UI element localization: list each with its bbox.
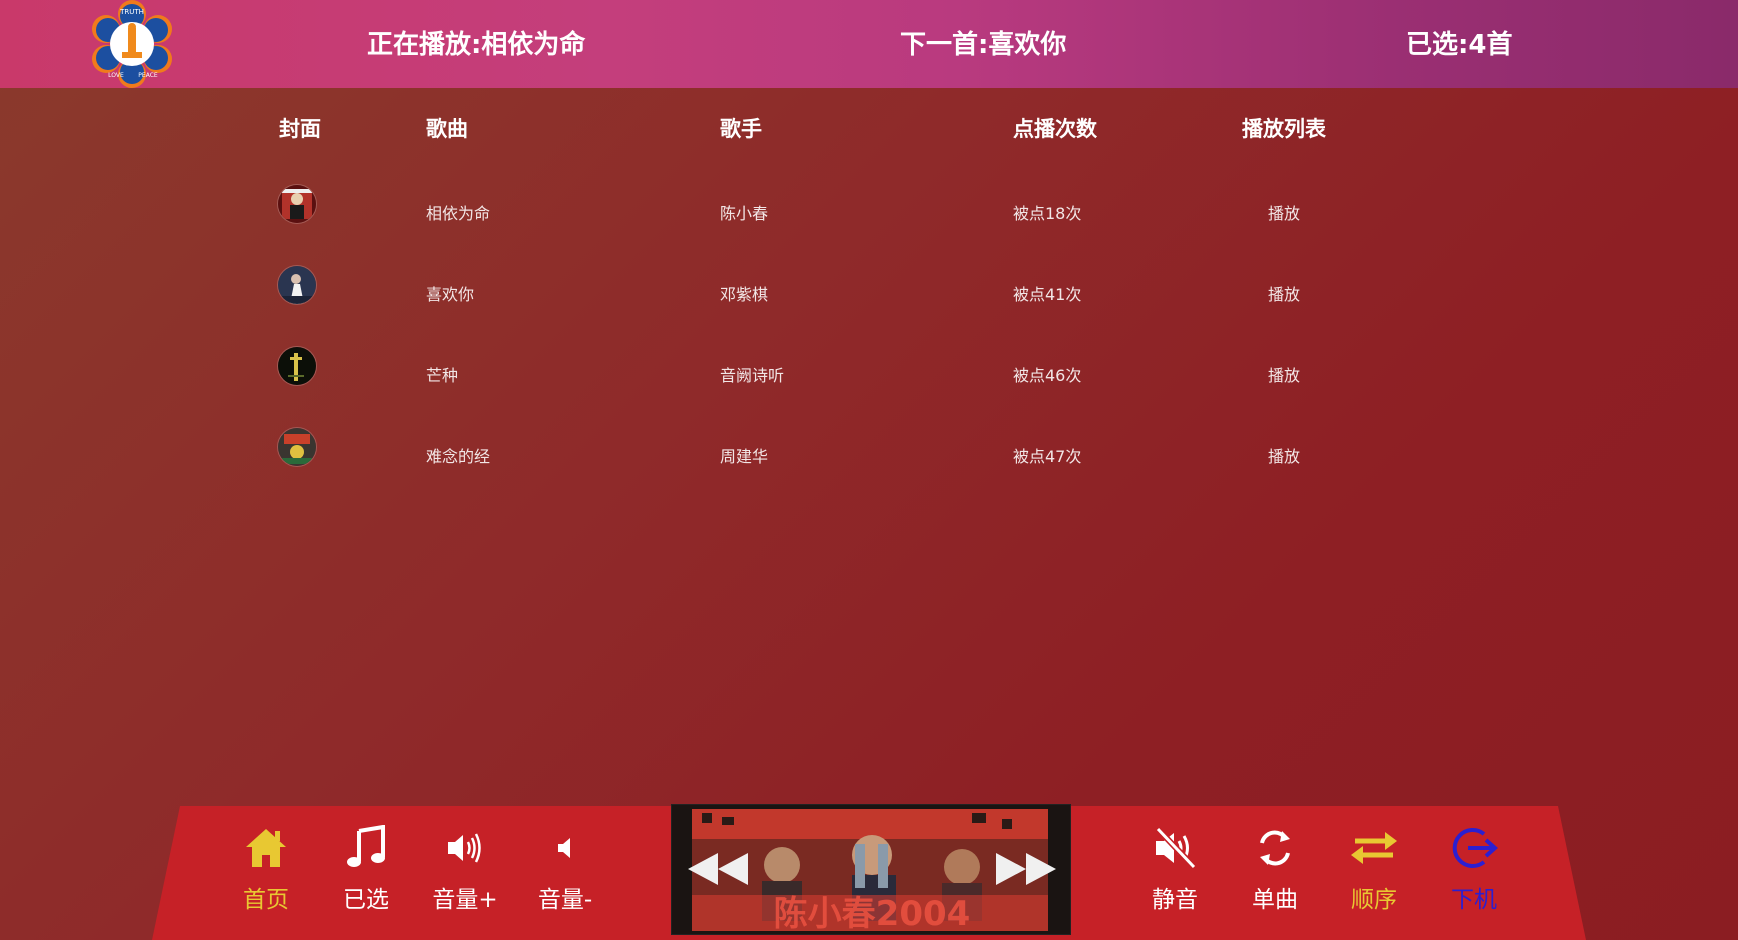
now-playing-label: 正在播放:相依为命 <box>367 30 586 60</box>
repeat-icon <box>1235 820 1315 876</box>
top-header: TRUTH LOVE PEACE 正在播放:相依为命 下一首:喜欢你 已选:4首 <box>0 0 1738 88</box>
play-button[interactable]: 播放 <box>1268 443 1300 467</box>
order-label: 顺序 <box>1351 887 1397 913</box>
column-header-singer: 歌手 <box>720 117 762 141</box>
album-cover <box>277 427 317 467</box>
mute-icon <box>1135 820 1215 876</box>
next-song-label: 下一首:喜欢你 <box>900 30 1067 60</box>
home-button[interactable]: 首页 <box>226 820 306 914</box>
shuffle-arrows-icon <box>1334 820 1414 876</box>
play-button[interactable]: 播放 <box>1268 200 1300 224</box>
play-count: 被点46次 <box>1013 366 1082 385</box>
song-name: 相依为命 <box>426 204 491 223</box>
table-row: 相依为命 陈小春 被点18次 播放 <box>0 184 1738 244</box>
singer-name: 邓紫棋 <box>720 285 769 304</box>
poster-title: 陈小春2004 <box>774 894 971 934</box>
pause-button[interactable] <box>852 841 892 895</box>
play-count: 被点47次 <box>1013 447 1082 466</box>
single-label: 单曲 <box>1252 887 1298 913</box>
single-loop-button[interactable]: 单曲 <box>1235 820 1315 914</box>
previous-button[interactable] <box>686 849 750 893</box>
song-name: 芒种 <box>426 366 459 385</box>
table-row: 芒种 音阙诗听 被点46次 播放 <box>0 346 1738 406</box>
volume-down-icon <box>525 820 605 876</box>
logout-icon <box>1434 820 1514 876</box>
home-icon <box>226 820 306 876</box>
singer-name: 音阙诗听 <box>720 366 785 385</box>
svg-text:PEACE: PEACE <box>138 72 158 79</box>
table-row: 喜欢你 邓紫棋 被点41次 播放 <box>0 265 1738 325</box>
column-header-playlist: 播放列表 <box>1242 117 1326 141</box>
pause-icon <box>855 844 888 888</box>
volume-up-label: 音量+ <box>432 887 498 913</box>
home-label: 首页 <box>243 887 289 913</box>
selected-count-label[interactable]: 已选:4首 <box>1406 24 1513 61</box>
play-button[interactable]: 播放 <box>1268 362 1300 386</box>
volume-up-icon <box>425 820 505 876</box>
order-play-button[interactable]: 顺序 <box>1334 820 1414 914</box>
fast-forward-icon <box>996 853 1056 885</box>
singer-name: 周建华 <box>720 447 769 466</box>
next-button[interactable] <box>994 849 1058 893</box>
music-note-icon <box>326 820 406 876</box>
video-player[interactable]: 陈小春2004 <box>671 804 1071 935</box>
album-cover <box>277 184 317 224</box>
logo: TRUTH LOVE PEACE <box>86 0 178 90</box>
volume-down-button[interactable]: 音量- <box>525 820 605 914</box>
mute-label: 静音 <box>1152 887 1198 913</box>
column-header-song: 歌曲 <box>426 117 468 141</box>
album-cover <box>277 265 317 305</box>
table-row: 难念的经 周建华 被点47次 播放 <box>0 427 1738 487</box>
play-count: 被点18次 <box>1013 204 1082 223</box>
volume-down-label: 音量- <box>537 887 593 913</box>
singer-name: 陈小春 <box>720 204 769 223</box>
selected-label: 已选 <box>343 887 389 913</box>
logout-label: 下机 <box>1451 887 1497 913</box>
album-cover <box>277 346 317 386</box>
song-name: 喜欢你 <box>426 285 475 304</box>
column-header-plays: 点播次数 <box>1013 117 1097 141</box>
logout-button[interactable]: 下机 <box>1434 820 1514 914</box>
rewind-icon <box>688 853 748 885</box>
svg-text:TRUTH: TRUTH <box>119 8 144 16</box>
column-header-cover: 封面 <box>279 117 321 141</box>
mute-button[interactable]: 静音 <box>1135 820 1215 914</box>
svg-text:LOVE: LOVE <box>108 72 124 79</box>
selected-songs-button[interactable]: 已选 <box>326 820 406 914</box>
play-button[interactable]: 播放 <box>1268 281 1300 305</box>
volume-up-button[interactable]: 音量+ <box>425 820 505 914</box>
song-name: 难念的经 <box>426 447 491 466</box>
play-count: 被点41次 <box>1013 285 1082 304</box>
